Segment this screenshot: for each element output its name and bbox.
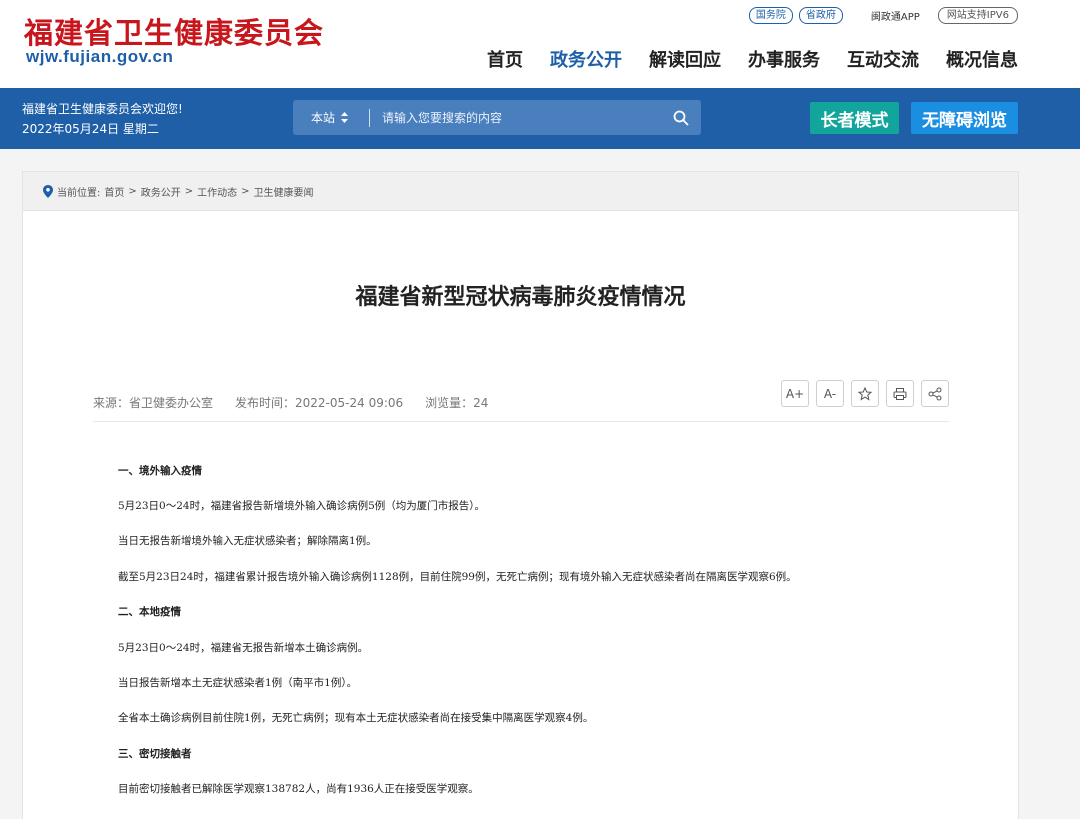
paragraph: 目前密切接触者已解除医学观察138782人，尚有1936人正在接受医学观察。: [118, 783, 479, 795]
welcome-text: 福建省卫生健康委员会欢迎您!: [22, 102, 183, 116]
link-app[interactable]: 闽政通APP: [871, 8, 920, 23]
breadcrumb-work-news[interactable]: 工作动态: [197, 184, 237, 199]
article-panel: 福建省新型冠状病毒肺炎疫情情况 来源：省卫健委办公室 发布时间：2022-05-…: [22, 211, 1019, 819]
paragraph: 当日无报告新增境外输入无症状感染者；解除隔离1例。: [118, 535, 377, 547]
print-button[interactable]: [886, 380, 914, 407]
breadcrumb-health-news[interactable]: 卫生健康要闻: [254, 184, 314, 199]
accessibility-button[interactable]: 无障碍浏览: [911, 102, 1018, 134]
nav-overview[interactable]: 概况信息: [946, 46, 1018, 72]
paragraph: 全省本土确诊病例目前住院1例，无死亡病例；现有本土无症状感染者尚在接受集中隔离医…: [118, 712, 594, 724]
article-time: 发布时间：2022-05-24 09:06: [235, 396, 404, 410]
link-state-council[interactable]: 国务院: [748, 7, 793, 24]
search-scope-label: 本站: [311, 111, 336, 125]
section-heading-contacts: 三、密切接触者: [118, 748, 192, 760]
article-source: 来源：省卫健委办公室: [93, 396, 214, 410]
font-increase-button[interactable]: A+: [781, 380, 809, 407]
breadcrumb-sep: >: [128, 185, 137, 197]
nav-gov-affairs[interactable]: 政务公开: [550, 46, 622, 72]
paragraph: 截至5月23日24时，福建省累计报告境外输入确诊病例1128例，目前住院99例，…: [118, 571, 797, 583]
share-icon: [928, 387, 942, 400]
share-button[interactable]: [921, 380, 949, 407]
site-logo-cn[interactable]: 福建省卫生健康委员会: [24, 10, 324, 52]
favorite-button[interactable]: [851, 380, 879, 407]
paragraph: 5月23日0～24时，福建省报告新增境外输入确诊病例5例（均为厦门市报告）。: [118, 500, 486, 512]
breadcrumb-sep: >: [184, 185, 194, 197]
breadcrumb-sep: >: [241, 185, 250, 197]
search-icon: [673, 110, 689, 125]
search-input[interactable]: 请输入您要搜索的内容: [370, 109, 661, 126]
search-box: 本站 请输入您要搜索的内容: [293, 100, 701, 135]
star-icon: [858, 386, 872, 401]
article-views: 浏览量：24: [425, 396, 489, 410]
breadcrumb-prefix: 当前位置:: [57, 187, 101, 199]
welcome-block: 福建省卫生健康委员会欢迎您! 2022年05月24日 星期二: [22, 99, 183, 139]
paragraph: 5月23日0～24时，福建省无报告新增本土确诊病例。: [118, 642, 369, 654]
location-pin-icon: [43, 184, 53, 198]
nav-interaction[interactable]: 互动交流: [847, 46, 919, 72]
article-meta: 来源：省卫健委办公室 发布时间：2022-05-24 09:06 浏览量：24: [93, 394, 488, 411]
search-scope-select[interactable]: 本站: [293, 109, 369, 126]
meta-divider: [93, 421, 949, 422]
site-header: 福建省卫生健康委员会 wjw.fujian.gov.cn 国务院 省政府 闽政通…: [0, 0, 1080, 88]
breadcrumb-home[interactable]: 首页: [104, 184, 124, 199]
updown-caret-icon: [341, 112, 349, 123]
article-tools: A+ A-: [781, 380, 949, 407]
main-nav: 首页 政务公开 解读回应 办事服务 互动交流 概况信息: [487, 46, 1018, 72]
paragraph: 当日报告新增本土无症状感染者1例（南平市1例）。: [118, 677, 358, 689]
site-logo-en[interactable]: wjw.fujian.gov.cn: [26, 47, 173, 67]
utility-bar: 福建省卫生健康委员会欢迎您! 2022年05月24日 星期二 本站 请输入您要搜…: [0, 88, 1080, 149]
page-body: 当前位置: 首页 > 政务公开 > 工作动态 > 卫生健康要闻 福建省新型冠状病…: [0, 149, 1080, 819]
current-date: 2022年05月24日 星期二: [22, 122, 159, 136]
ipv6-badge[interactable]: 网站支持IPV6: [937, 7, 1018, 24]
breadcrumb-gov-affairs[interactable]: 政务公开: [141, 184, 181, 199]
article-title: 福建省新型冠状病毒肺炎疫情情况: [355, 285, 686, 310]
printer-icon: [893, 387, 907, 400]
nav-services[interactable]: 办事服务: [748, 46, 820, 72]
breadcrumb: 当前位置: 首页 > 政务公开 > 工作动态 > 卫生健康要闻: [22, 171, 1019, 211]
font-decrease-button[interactable]: A-: [816, 380, 844, 407]
section-heading-local: 二、本地疫情: [118, 606, 181, 618]
link-provincial-gov[interactable]: 省政府: [798, 7, 843, 24]
nav-interpretation[interactable]: 解读回应: [649, 46, 721, 72]
search-button[interactable]: [661, 110, 701, 126]
section-heading-imported: 一、境外输入疫情: [118, 465, 202, 477]
top-links: 国务院 省政府 闽政通APP 网站支持IPV6: [748, 7, 1018, 24]
nav-home[interactable]: 首页: [487, 46, 523, 72]
elder-mode-button[interactable]: 长者模式: [810, 102, 899, 134]
